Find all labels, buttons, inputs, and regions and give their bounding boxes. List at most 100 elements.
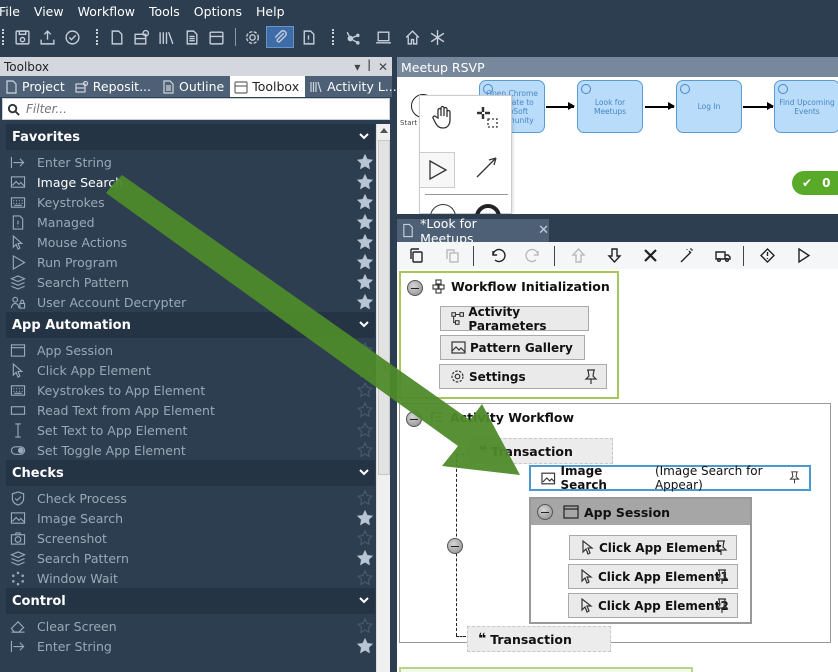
pin-icon[interactable]: [715, 598, 729, 614]
star-filled-icon[interactable]: [356, 637, 374, 654]
attach-button[interactable]: [266, 26, 294, 48]
chevron-down-icon[interactable]: [359, 466, 369, 481]
document-button[interactable]: [180, 26, 202, 48]
star-filled-icon[interactable]: [356, 549, 374, 566]
menu-file[interactable]: File: [0, 4, 28, 19]
star-filled-icon[interactable]: [356, 153, 374, 170]
toolbar-grip[interactable]: [332, 29, 335, 45]
info-file-button[interactable]: [297, 26, 319, 48]
section-header[interactable]: App Automation: [6, 312, 375, 338]
hand-tool[interactable]: [428, 102, 458, 132]
pin-panel-icon[interactable]: ꟾ: [367, 60, 371, 74]
pin-icon[interactable]: [584, 369, 598, 385]
close-panel-icon[interactable]: ✕: [378, 60, 388, 74]
star-filled-icon[interactable]: [356, 253, 374, 270]
run-button[interactable]: [792, 245, 814, 267]
process-node[interactable]: Find Upcoming Events: [774, 80, 838, 133]
tab-look-for-meetups[interactable]: *Look for Meetups ✕: [397, 216, 549, 246]
connect-tool[interactable]: [472, 152, 502, 182]
star-outline-icon[interactable]: [356, 441, 374, 458]
transaction-bottom[interactable]: ❝ Transaction: [467, 626, 611, 652]
click-app-element-item[interactable]: Click App Element1: [568, 564, 738, 589]
star-outline-icon[interactable]: [356, 341, 374, 358]
chevron-down-icon[interactable]: [359, 594, 369, 609]
toolbox-item[interactable]: Managed: [4, 212, 375, 232]
toolbox-item[interactable]: User Account Decrypter: [4, 292, 375, 312]
collapse-button[interactable]: [406, 411, 422, 427]
star-filled-icon[interactable]: [356, 233, 374, 250]
toolbox-item[interactable]: Screenshot: [4, 528, 375, 548]
toolbox-item[interactable]: Set Text to App Element: [4, 420, 375, 440]
pin-icon[interactable]: [787, 471, 801, 487]
activity-workflow-block[interactable]: Activity Workflow ❝ Transaction Image Se…: [399, 403, 831, 652]
undo-button[interactable]: [486, 245, 508, 267]
star-outline-icon[interactable]: [356, 361, 374, 378]
network-button[interactable]: [341, 26, 363, 48]
star-filled-icon[interactable]: [356, 509, 374, 526]
star-filled-icon[interactable]: [356, 213, 374, 230]
pin-icon[interactable]: [714, 540, 728, 556]
toolbox-item[interactable]: Enter String: [4, 152, 375, 172]
activity-parameters-item[interactable]: Activity Parameters: [440, 305, 589, 333]
star-outline-icon[interactable]: [356, 421, 374, 438]
process-canvas[interactable]: Start Open Chrome Navigate to AutoSoft C…: [397, 77, 838, 214]
toolbox-item[interactable]: Click App Element: [4, 360, 375, 380]
menu-tools[interactable]: Tools: [149, 4, 188, 19]
toolbox-item[interactable]: Clear Screen: [4, 616, 375, 636]
toolbox-item[interactable]: Image Search: [4, 172, 375, 192]
breakpoint-button[interactable]: [756, 245, 778, 267]
home-button[interactable]: [401, 26, 423, 48]
validate-button[interactable]: [61, 26, 83, 48]
library-button[interactable]: [155, 26, 177, 48]
tab-activity-library[interactable]: Activity L...: [305, 76, 403, 97]
chevron-down-icon[interactable]: [359, 318, 369, 333]
section-header[interactable]: Control: [6, 588, 375, 614]
redo-button[interactable]: [522, 245, 544, 267]
toolbox-item[interactable]: Search Pattern: [4, 548, 375, 568]
start-event-tool[interactable]: [419, 152, 455, 188]
deploy-button[interactable]: [711, 245, 733, 267]
transaction-top[interactable]: ❝ Transaction: [468, 438, 613, 464]
laptop-button[interactable]: [372, 26, 394, 48]
toolbar-grip[interactable]: [96, 29, 99, 45]
star-filled-icon[interactable]: [356, 173, 374, 190]
process-node[interactable]: Look for Meetups: [577, 80, 643, 133]
toolbar-grip[interactable]: [2, 29, 5, 45]
scrollbar-thumb[interactable]: [378, 140, 390, 475]
pattern-gallery-item[interactable]: Pattern Gallery: [440, 335, 585, 360]
publish-button[interactable]: [36, 26, 58, 48]
click-app-element-item[interactable]: Click App Element: [569, 535, 737, 560]
process-node[interactable]: Log In: [676, 80, 742, 133]
move-up-button[interactable]: [567, 245, 589, 267]
toolbox-item[interactable]: Mouse Actions: [4, 232, 375, 252]
star-filled-icon[interactable]: [356, 273, 374, 290]
star-outline-icon[interactable]: [356, 401, 374, 418]
toolbox-item[interactable]: Set Toggle App Element: [4, 440, 375, 460]
move-down-button[interactable]: [603, 245, 625, 267]
pin-icon[interactable]: [715, 569, 729, 585]
workflow-initialization-block[interactable]: Workflow Initialization Activity Paramet…: [399, 271, 619, 399]
chevron-down-icon[interactable]: [359, 130, 369, 145]
toolbox-item[interactable]: Run Program: [4, 252, 375, 272]
star-outline-icon[interactable]: [356, 617, 374, 634]
toolbox-item[interactable]: Keystrokes: [4, 192, 375, 212]
settings-button[interactable]: [241, 26, 263, 48]
lasso-tool[interactable]: [472, 102, 502, 132]
new-file-button[interactable]: [105, 26, 127, 48]
menu-help[interactable]: Help: [256, 4, 293, 19]
tab-outline[interactable]: Outline: [157, 76, 230, 97]
repository-button[interactable]: [130, 26, 152, 48]
image-search-activity[interactable]: Image Search (Image Search for Appear): [529, 464, 811, 492]
asterisk-button[interactable]: [426, 26, 448, 48]
toolbox-item[interactable]: Enter String: [4, 636, 375, 656]
toolbox-scrollbar[interactable]: [376, 124, 390, 672]
copy-button[interactable]: [405, 245, 427, 267]
toolbox-item[interactable]: Image Search: [4, 508, 375, 528]
event-tool[interactable]: [430, 204, 456, 214]
menu-options[interactable]: Options: [194, 4, 250, 19]
tab-project[interactable]: Project: [0, 76, 71, 97]
scroll-up-arrow[interactable]: [380, 128, 388, 133]
tab-toolbox[interactable]: Toolbox: [230, 76, 306, 97]
toolbox-item[interactable]: Search Pattern: [4, 272, 375, 292]
paste-button[interactable]: [441, 245, 463, 267]
